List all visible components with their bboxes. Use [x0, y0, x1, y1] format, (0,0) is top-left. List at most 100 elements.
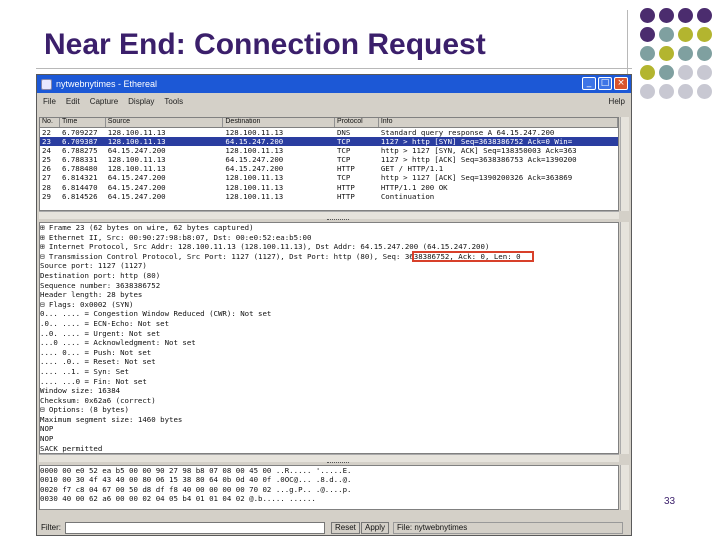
packet-row[interactable]: 25 6.788331 128.100.11.13 64.15.247.200 TCP 1… — [40, 155, 618, 164]
minimize-button[interactable]: _ — [582, 77, 596, 90]
detail-row[interactable]: 0... .... = Congestion Window Reduced (C… — [40, 309, 618, 319]
sequence-number-highlight — [412, 251, 534, 262]
packet-list-scrollbar[interactable] — [620, 117, 629, 211]
packet-row[interactable]: 26 6.788480 128.100.11.13 64.15.247.200 HTTP… — [40, 164, 618, 173]
details-hscrollbar[interactable] — [39, 454, 619, 462]
reset-button[interactable]: Reset — [331, 522, 360, 534]
packet-cell-source: 128.100.11.13 — [107, 155, 166, 165]
detail-row[interactable]: ..0. .... = Urgent: Not set — [40, 329, 618, 339]
apply-button[interactable]: Apply — [361, 522, 390, 534]
detail-row[interactable]: Header length: 28 bytes — [40, 290, 618, 300]
decorative-dot — [697, 8, 712, 23]
detail-row[interactable]: ⊟ Flags: 0x0002 (SYN) — [40, 300, 618, 310]
detail-row[interactable]: Source port: 1127 (1127) — [40, 261, 618, 271]
packet-list-hscrollbar[interactable] — [39, 211, 619, 219]
packet-cell-no: 26 — [42, 164, 51, 174]
close-button[interactable]: × — [614, 77, 628, 90]
decorative-dot-grid — [640, 8, 720, 108]
detail-row[interactable]: Checksum: 0x62a6 (correct) — [40, 396, 618, 406]
detail-row[interactable]: Sequence number: 3638386752 — [40, 281, 618, 291]
packet-cell-time: 6.788331 — [61, 155, 98, 165]
detail-row[interactable]: .... ..1. = Syn: Set — [40, 367, 618, 377]
slide-number: 33 — [664, 496, 676, 507]
detail-row[interactable]: Destination port: http (80) — [40, 271, 618, 281]
packet-cell-protocol: HTTP — [336, 164, 355, 174]
detail-row[interactable]: .... .0.. = Reset: Not set — [40, 357, 618, 367]
packet-cell-no: 23 — [42, 137, 51, 147]
detail-row[interactable]: Window size: 16384 — [40, 386, 618, 396]
details-scrollbar[interactable] — [620, 222, 629, 454]
decorative-dot — [678, 8, 693, 23]
column-header-time[interactable]: Time — [60, 118, 106, 127]
packet-row[interactable]: 29 6.814526 64.15.247.200 128.100.11.13 HTTP… — [40, 192, 618, 201]
packet-cell-protocol: DNS — [336, 128, 351, 137]
hex-row[interactable]: 0030 40 00 62 a6 00 00 02 04 05 b4 01 01… — [40, 494, 618, 503]
column-header-source[interactable]: Source — [106, 118, 224, 127]
packet-cell-destination: 64.15.247.200 — [225, 164, 284, 174]
packet-cell-info: Standard query response A 64.15.247.200 — [380, 128, 555, 137]
column-header-info[interactable]: Info — [379, 118, 618, 127]
packet-list-pane[interactable]: No. Time Source Destination Protocol Inf… — [39, 117, 619, 211]
decorative-dot — [697, 84, 712, 99]
menu-display[interactable]: Display — [128, 97, 154, 106]
menu-capture[interactable]: Capture — [90, 97, 118, 106]
detail-row[interactable]: NOP — [40, 434, 618, 444]
packet-cell-no: 29 — [42, 191, 51, 201]
column-header-destination[interactable]: Destination — [223, 118, 335, 127]
packet-cell-info: http > 1127 [SYN, ACK] Seq=138350003 Ack… — [380, 146, 577, 156]
packet-row[interactable]: 22 6.709227 128.100.11.13 128.100.11.13 DNS S… — [40, 128, 618, 137]
column-header-no[interactable]: No. — [40, 118, 60, 127]
packet-cell-destination: 128.100.11.13 — [225, 182, 284, 192]
hex-row[interactable]: 0010 00 30 4f 43 40 00 80 06 15 38 80 64… — [40, 475, 618, 484]
packet-details-pane[interactable]: ⊞ Frame 23 (62 bytes on wire, 62 bytes c… — [39, 222, 619, 454]
decorative-dot — [659, 65, 674, 80]
packet-cell-no: 24 — [42, 146, 51, 156]
packet-cell-info: HTTP/1.1 200 OK — [380, 182, 448, 192]
packet-cell-source: 64.15.247.200 — [107, 146, 166, 156]
detail-row[interactable]: NOP — [40, 424, 618, 434]
packet-cell-info: Continuation — [380, 191, 435, 201]
menu-bar: File Edit Capture Display Tools Help — [37, 94, 631, 108]
column-header-protocol[interactable]: Protocol — [335, 118, 379, 127]
menu-file[interactable]: File — [43, 97, 56, 106]
packet-cell-source: 64.15.247.200 — [107, 191, 166, 201]
decorative-dot — [678, 27, 693, 42]
hex-row[interactable]: 0000 00 e0 52 ea b5 00 00 90 27 98 b8 07… — [40, 466, 618, 475]
packet-cell-time: 6.814470 — [61, 182, 98, 192]
packet-cell-no: 25 — [42, 155, 51, 165]
decorative-dot — [678, 46, 693, 61]
packet-cell-destination: 64.15.247.200 — [225, 137, 284, 147]
packet-cell-time: 6.814321 — [61, 173, 98, 183]
hex-dump-pane[interactable]: 0000 00 e0 52 ea b5 00 00 90 27 98 b8 07… — [39, 465, 619, 510]
detail-row[interactable]: ⊞ Ethernet II, Src: 00:90:27:98:b8:07, D… — [40, 233, 618, 243]
packet-row[interactable]: 27 6.814321 64.15.247.200 128.100.11.13 TCP h… — [40, 173, 618, 182]
menu-tools[interactable]: Tools — [164, 97, 183, 106]
decorative-horizontal-line — [36, 68, 632, 69]
decorative-dot — [678, 65, 693, 80]
menu-edit[interactable]: Edit — [66, 97, 80, 106]
packet-cell-source: 128.100.11.13 — [107, 137, 166, 147]
menu-help[interactable]: Help — [609, 97, 625, 106]
detail-row[interactable]: .0.. .... = ECN-Echo: Not set — [40, 319, 618, 329]
packet-cell-info: 1127 > http [SYN] Seq=3638386752 Ack=0 W… — [380, 137, 573, 147]
window-titlebar[interactable]: nytwebnytimes - Ethereal _ □ × — [37, 75, 631, 93]
packet-row[interactable]: 24 6.788275 64.15.247.200 128.100.11.13 TCP h… — [40, 146, 618, 155]
hex-scrollbar[interactable] — [620, 465, 629, 510]
decorative-dot — [640, 27, 655, 42]
hex-row[interactable]: 0020 f7 c8 04 67 00 50 d8 df f8 40 00 00… — [40, 485, 618, 494]
ethereal-window: nytwebnytimes - Ethereal _ □ × File Edit… — [36, 74, 632, 536]
detail-row[interactable]: ...0 .... = Acknowledgment: Not set — [40, 338, 618, 348]
detail-row[interactable]: ⊟ Options: (8 bytes) — [40, 405, 618, 415]
detail-row[interactable]: ⊞ Frame 23 (62 bytes on wire, 62 bytes c… — [40, 223, 618, 233]
detail-row[interactable]: SACK permitted — [40, 444, 618, 453]
detail-row[interactable]: .... ...0 = Fin: Not set — [40, 377, 618, 387]
filter-input[interactable] — [65, 522, 325, 534]
packet-row[interactable]: 23 6.709387 128.100.11.13 64.15.247.200 TCP 1… — [40, 137, 618, 147]
maximize-button[interactable]: □ — [598, 77, 612, 90]
window-title: nytwebnytimes - Ethereal — [56, 79, 158, 89]
packet-row[interactable]: 28 6.814470 64.15.247.200 128.100.11.13 HTTP… — [40, 183, 618, 192]
detail-row[interactable]: .... 0... = Push: Not set — [40, 348, 618, 358]
decorative-dot — [697, 65, 712, 80]
packet-cell-source: 128.100.11.13 — [107, 128, 166, 137]
detail-row[interactable]: Maximum segment size: 1460 bytes — [40, 415, 618, 425]
